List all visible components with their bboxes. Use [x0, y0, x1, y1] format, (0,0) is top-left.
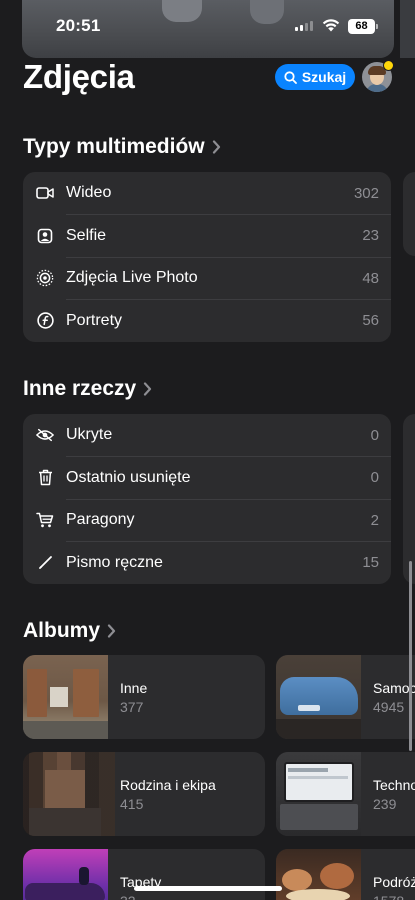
media-types-title: Typy multimediów — [23, 135, 205, 158]
album-thumbnail — [23, 752, 115, 836]
portrait-icon — [36, 312, 54, 330]
albums-title: Albumy — [23, 619, 101, 642]
other-row-handwriting[interactable]: Pismo ręczne 15 — [23, 542, 391, 585]
album-count: 32 — [120, 893, 136, 900]
album-name: Rodzina i ekipa — [120, 777, 216, 793]
other-row-receipts[interactable]: Paragony 2 — [23, 499, 391, 542]
battery-tip — [376, 24, 378, 29]
trash-icon — [36, 469, 54, 487]
other-things-card: Ukryte 0 Ostatnio usunięte 0 Paragony 2 … — [23, 414, 391, 584]
album-thumbnail — [23, 655, 108, 739]
notification-badge — [383, 60, 394, 71]
search-label: Szukaj — [301, 69, 347, 85]
chevron-right-icon — [144, 382, 152, 396]
album-thumbnail — [23, 849, 108, 900]
other-things-header[interactable]: Inne rzeczy — [23, 377, 152, 401]
row-label: Paragony — [66, 511, 135, 529]
media-type-row-live-photo[interactable]: Zdjęcia Live Photo 48 — [23, 257, 391, 300]
album-count: 415 — [120, 796, 144, 812]
album-thumbnail — [276, 849, 361, 900]
row-label: Wideo — [66, 184, 112, 202]
row-count: 2 — [370, 511, 379, 529]
scroll-indicator[interactable] — [409, 561, 412, 751]
chevron-right-icon — [212, 140, 220, 154]
status-time: 20:51 — [56, 16, 101, 35]
album-name: Inne — [120, 680, 148, 696]
album-tile[interactable]: Podróż 1578 — [276, 849, 415, 900]
row-count: 23 — [362, 227, 379, 245]
album-count: 1578 — [373, 893, 404, 900]
album-tile[interactable]: Samoc 4945 — [276, 655, 415, 739]
row-label: Pismo ręczne — [66, 553, 163, 571]
live-photo-icon — [36, 269, 54, 287]
avatar-body — [366, 84, 388, 92]
row-count: 56 — [362, 312, 379, 330]
chevron-right-icon — [107, 624, 116, 638]
row-label: Ukryte — [66, 426, 113, 444]
other-row-hidden[interactable]: Ukryte 0 — [23, 414, 391, 457]
media-types-header[interactable]: Typy multimediów — [23, 135, 221, 159]
row-count: 302 — [353, 184, 379, 202]
row-label: Zdjęcia Live Photo — [66, 269, 198, 287]
battery-indicator: 68 — [348, 19, 375, 34]
next-card-peek[interactable] — [403, 172, 415, 256]
search-button[interactable]: Szukaj — [275, 64, 355, 90]
album-tile[interactable]: Rodzina i ekipa 415 — [23, 752, 265, 836]
row-label: Portrety — [66, 311, 123, 329]
selfie-icon — [36, 227, 54, 245]
album-tile[interactable]: Techno 239 — [276, 752, 415, 836]
cart-icon — [36, 511, 54, 529]
hidden-eye-icon — [36, 426, 54, 444]
cellular-signal-icon — [295, 21, 313, 31]
row-count: 0 — [370, 426, 379, 444]
media-type-row-portrait[interactable]: Portrety 56 — [23, 300, 391, 343]
other-things-title: Inne rzeczy — [23, 377, 137, 400]
album-count: 239 — [373, 796, 397, 812]
page-title: Zdjęcia — [23, 58, 135, 95]
next-card-peek[interactable] — [403, 414, 415, 584]
album-count: 4945 — [373, 699, 405, 715]
video-icon — [36, 184, 54, 202]
wifi-icon — [322, 19, 340, 32]
album-count: 377 — [120, 699, 144, 715]
home-indicator[interactable] — [134, 886, 282, 891]
media-type-row-video[interactable]: Wideo 302 — [23, 172, 391, 215]
search-icon — [284, 70, 297, 84]
album-thumbnail — [276, 655, 361, 739]
album-name: Podróż — [373, 874, 415, 890]
row-label: Ostatnio usunięte — [66, 468, 191, 486]
media-type-row-selfie[interactable]: Selfie 23 — [23, 215, 391, 257]
pen-icon — [36, 554, 54, 572]
album-name: Techno — [373, 777, 415, 793]
album-tile[interactable]: Tapety 32 — [23, 849, 265, 900]
albums-header[interactable]: Albumy — [23, 619, 116, 643]
row-count: 0 — [370, 469, 379, 487]
media-types-card: Wideo 302 Selfie 23 Zdjęcia Live Photo 4… — [23, 172, 391, 342]
album-tile[interactable]: Inne 377 — [23, 655, 265, 739]
status-bar: 20:51 68 — [0, 0, 415, 50]
row-count: 15 — [362, 554, 379, 572]
other-row-recently-deleted[interactable]: Ostatnio usunięte 0 — [23, 457, 391, 499]
row-label: Selfie — [66, 226, 107, 244]
row-count: 48 — [362, 269, 379, 287]
album-thumbnail — [276, 752, 361, 836]
